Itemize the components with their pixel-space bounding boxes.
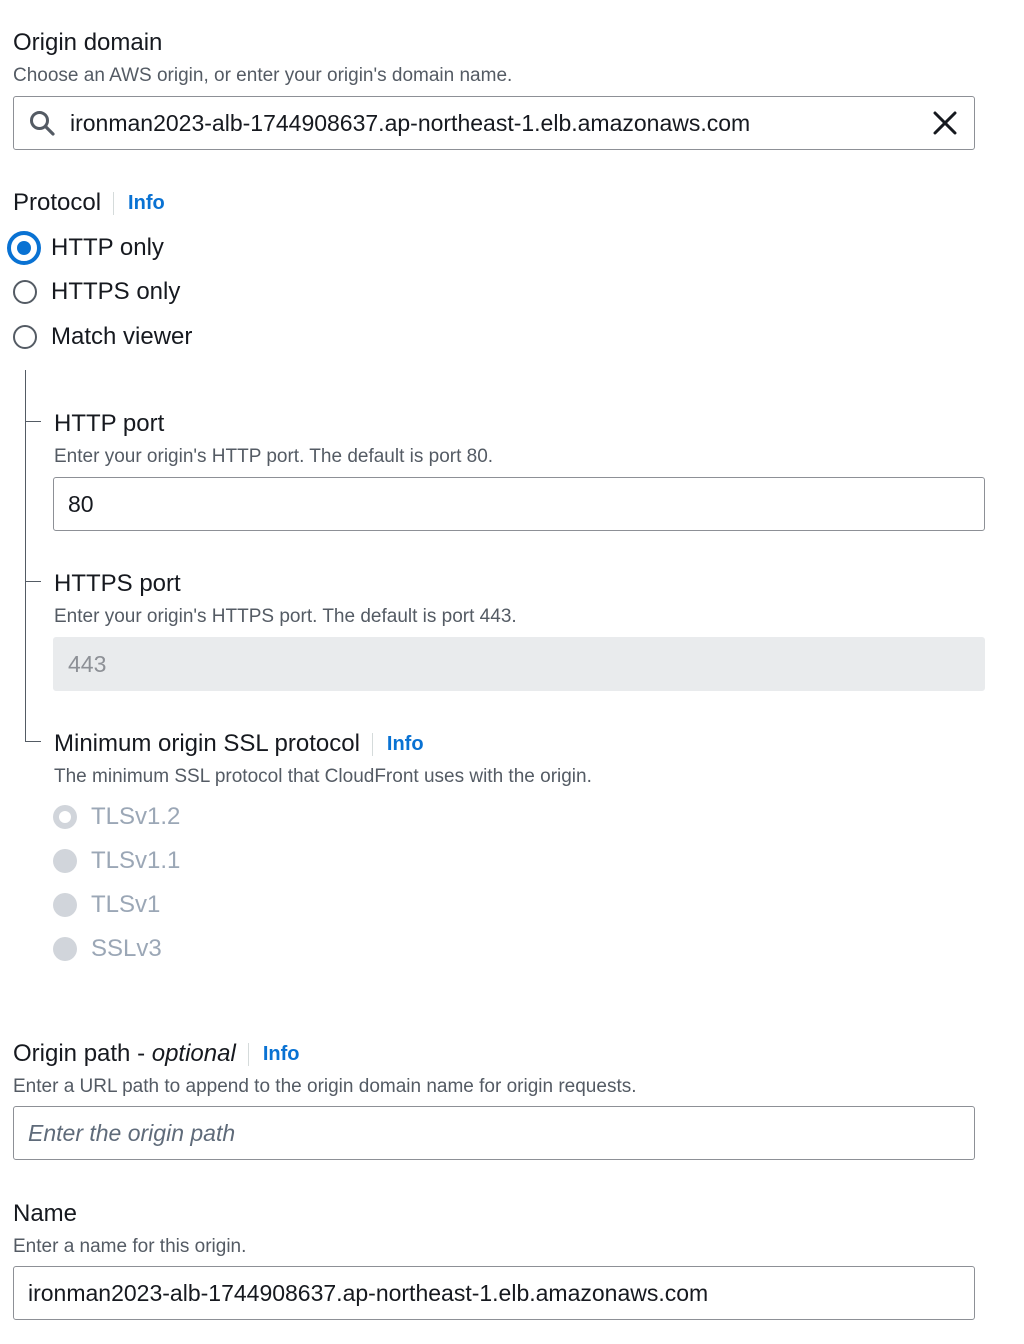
min-ssl-label: Minimum origin SSL protocol [54, 730, 360, 757]
protocol-option-label: HTTPS only [51, 278, 181, 305]
radio-icon[interactable] [13, 280, 37, 304]
min-ssl-info-link[interactable]: Info [371, 732, 424, 756]
optional-label: optional [151, 1040, 236, 1067]
https-port-input: 443 [53, 637, 985, 691]
https-port-description: Enter your origin's HTTPS port. The defa… [54, 606, 517, 627]
name-value: ironman2023-alb-1744908637.ap-northeast-… [28, 1279, 709, 1306]
radio-icon [53, 849, 77, 873]
name-input[interactable]: ironman2023-alb-1744908637.ap-northeast-… [13, 1266, 975, 1320]
protocol-info-link[interactable]: Info [113, 191, 165, 215]
ssl-option-label: TLSv1 [91, 891, 161, 918]
tree-branch [25, 741, 41, 742]
radio-selected-icon [53, 805, 77, 829]
expandable-tree-line [25, 370, 26, 742]
ssl-option-tlsv1: TLSv1 [53, 891, 160, 919]
origin-path-info-link[interactable]: Info [247, 1042, 299, 1066]
radio-icon[interactable] [13, 325, 37, 349]
tree-branch [25, 421, 41, 422]
origin-domain-input[interactable]: ironman2023-alb-1744908637.ap-northeast-… [13, 96, 975, 150]
http-port-description: Enter your origin's HTTP port. The defau… [54, 446, 494, 467]
tree-branch [25, 581, 41, 582]
protocol-header: Protocol Info [13, 189, 165, 217]
origin-domain-description: Choose an AWS origin, or enter your orig… [13, 65, 513, 86]
origin-domain-label: Origin domain [13, 29, 163, 56]
origin-path-input[interactable]: Enter the origin path [13, 1106, 975, 1160]
http-port-input[interactable]: 80 [53, 477, 985, 531]
min-ssl-description: The minimum SSL protocol that CloudFront… [54, 766, 592, 787]
http-port-value: 80 [68, 490, 94, 517]
name-description: Enter a name for this origin. [13, 1236, 247, 1257]
protocol-option-https-only[interactable]: HTTPS only [13, 278, 180, 306]
close-icon[interactable] [932, 110, 958, 136]
ssl-option-tlsv1-2: TLSv1.2 [53, 803, 180, 831]
radio-icon [53, 893, 77, 917]
https-port-value: 443 [68, 650, 107, 677]
ssl-option-tlsv1-1: TLSv1.1 [53, 847, 180, 875]
protocol-option-http-only[interactable]: HTTP only [7, 231, 164, 265]
origin-path-description: Enter a URL path to append to the origin… [13, 1076, 637, 1097]
ssl-option-label: TLSv1.2 [91, 803, 181, 830]
protocol-option-label: Match viewer [51, 323, 193, 350]
origin-path-label: Origin path - optional [13, 1040, 236, 1067]
ssl-option-sslv3: SSLv3 [53, 935, 162, 963]
origin-domain-value: ironman2023-alb-1744908637.ap-northeast-… [70, 109, 751, 136]
name-label: Name [13, 1200, 78, 1227]
https-port-label: HTTPS port [54, 570, 181, 597]
origin-path-placeholder: Enter the origin path [28, 1119, 236, 1146]
ssl-option-label: SSLv3 [91, 935, 162, 962]
protocol-label: Protocol [13, 189, 102, 216]
min-ssl-header: Minimum origin SSL protocol Info [54, 730, 424, 758]
radio-icon [53, 937, 77, 961]
origin-path-header: Origin path - optional Info [13, 1040, 299, 1068]
http-port-label: HTTP port [54, 410, 165, 437]
ssl-option-label: TLSv1.1 [91, 847, 181, 874]
radio-selected-icon[interactable] [7, 231, 41, 265]
search-icon [28, 109, 56, 137]
protocol-option-match-viewer[interactable]: Match viewer [13, 323, 192, 351]
protocol-option-label: HTTP only [51, 234, 164, 261]
